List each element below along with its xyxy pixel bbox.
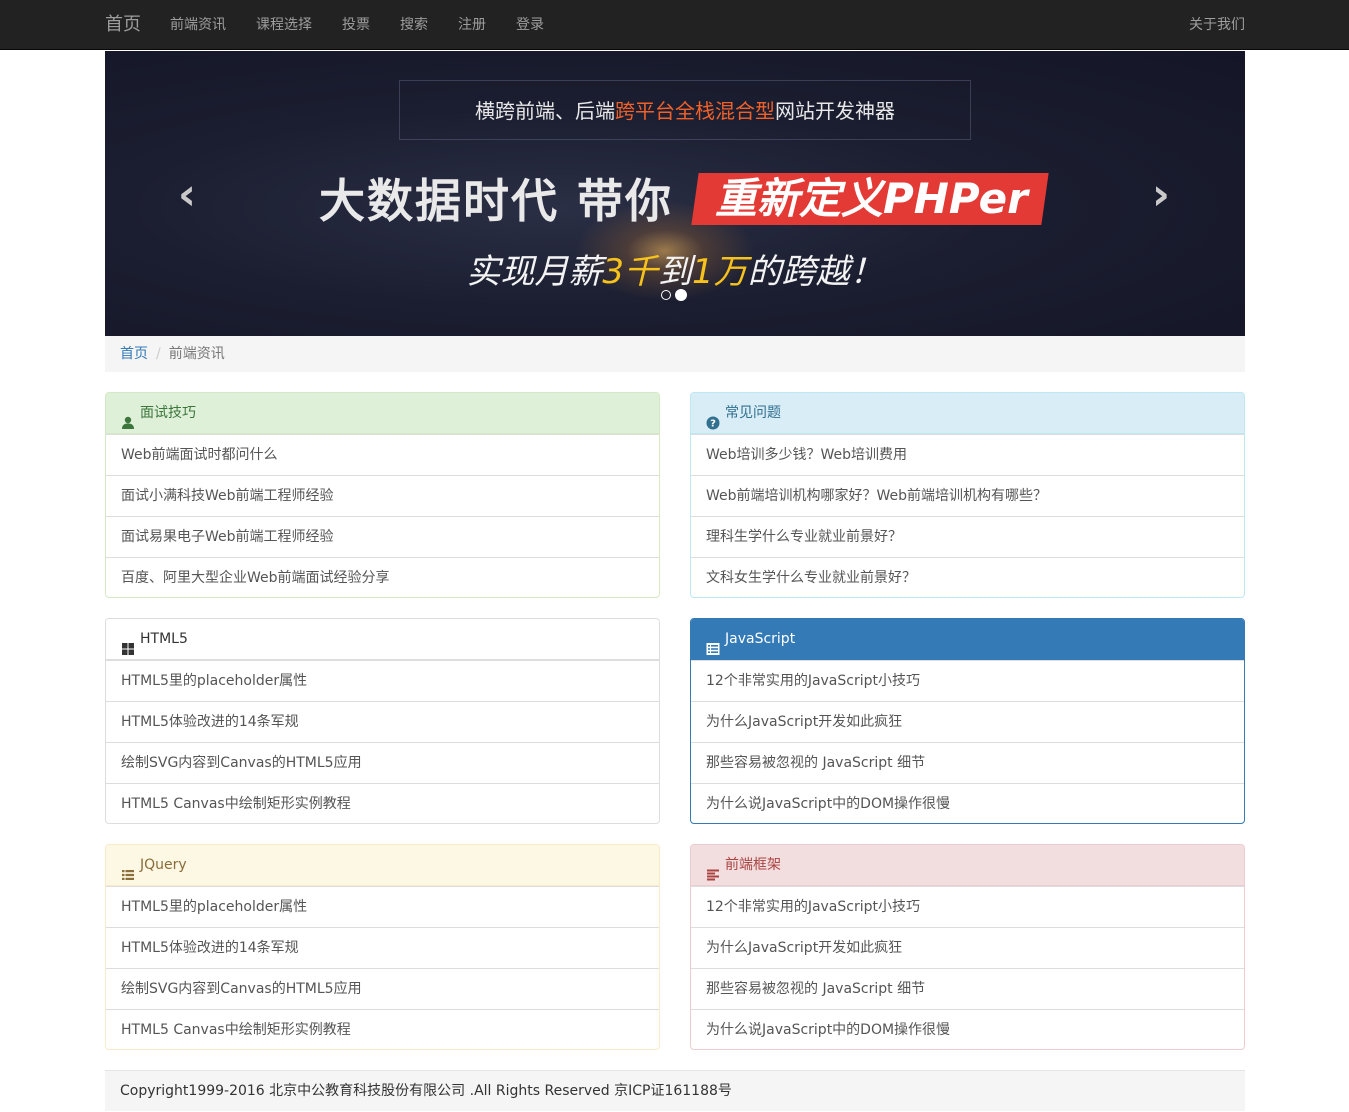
panel-title-javascript: JavaScript <box>725 631 796 647</box>
subline-part-e: 的跨越！ <box>747 252 884 292</box>
user-icon <box>121 406 135 429</box>
panel-heading-frameworks: 前端框架 <box>691 845 1244 886</box>
navbar-links: 前端资讯 课程选择 投票 搜索 注册 登录 <box>155 0 559 50</box>
list-item[interactable]: HTML5 Canvas中绘制矩形实例教程 <box>106 1009 659 1049</box>
list-item[interactable]: 为什么JavaScript开发如此疯狂 <box>691 927 1244 968</box>
breadcrumb-separator: / <box>156 346 161 362</box>
list-item[interactable]: 面试小满科技Web前端工程师经验 <box>106 475 659 516</box>
list-item[interactable]: 绘制SVG内容到Canvas的HTML5应用 <box>106 968 659 1009</box>
panel-frameworks: 前端框架 12个非常实用的JavaScript小技巧 为什么JavaScript… <box>690 844 1245 1050</box>
panel-interview: 面试技巧 Web前端面试时都问什么 面试小满科技Web前端工程师经验 面试易果电… <box>105 392 660 598</box>
list-item[interactable]: HTML5体验改进的14条军规 <box>106 927 659 968</box>
nav-item-vote[interactable]: 投票 <box>327 0 385 50</box>
panel-faq: ? 常见问题 Web培训多少钱？Web培训费用 Web前端培训机构哪家好？Web… <box>690 392 1245 598</box>
panel-html5: HTML5 HTML5里的placeholder属性 HTML5体验改进的14条… <box>105 618 660 824</box>
panel-title-interview: 面试技巧 <box>140 405 196 421</box>
list-item[interactable]: 12个非常实用的JavaScript小技巧 <box>691 886 1244 927</box>
page-footer: Copyright1999-2016 北京中公教育科技股份有限公司 .All R… <box>105 1070 1245 1111</box>
list-item[interactable]: 12个非常实用的JavaScript小技巧 <box>691 660 1244 701</box>
subline-part-c: 到 <box>658 252 692 292</box>
list-item[interactable]: HTML5里的placeholder属性 <box>106 886 659 927</box>
list-item[interactable]: 百度、阿里大型企业Web前端面试经验分享 <box>106 557 659 597</box>
carousel-next-icon[interactable]: › <box>1141 173 1181 217</box>
list-item[interactable]: 为什么JavaScript开发如此疯狂 <box>691 701 1244 742</box>
list-item[interactable]: 为什么说JavaScript中的DOM操作很慢 <box>691 783 1244 823</box>
list-item[interactable]: Web前端面试时都问什么 <box>106 434 659 475</box>
subline-part-b: 3千 <box>602 252 658 292</box>
top-navbar: 首页 前端资讯 课程选择 投票 搜索 注册 登录 关于我们 <box>0 0 1349 50</box>
align-left-icon <box>706 858 720 881</box>
panel-javascript: JavaScript 12个非常实用的JavaScript小技巧 为什么Java… <box>690 618 1245 824</box>
list-item[interactable]: Web培训多少钱？Web培训费用 <box>691 434 1244 475</box>
panel-heading-interview: 面试技巧 <box>106 393 659 434</box>
list-item[interactable]: 文科女生学什么专业就业前景好？ <box>691 557 1244 597</box>
list-icon <box>121 858 135 880</box>
list-item[interactable]: 那些容易被忽视的 JavaScript 细节 <box>691 742 1244 783</box>
list-item[interactable]: HTML5里的placeholder属性 <box>106 660 659 701</box>
breadcrumb-current: 前端资讯 <box>168 346 225 362</box>
list-item[interactable]: HTML5体验改进的14条军规 <box>106 701 659 742</box>
th-large-icon <box>121 632 135 655</box>
headline-red-text: 重新定义PHPer <box>715 174 1028 223</box>
navbar-brand-home[interactable]: 首页 <box>105 0 141 50</box>
list-item[interactable]: Web前端培训机构哪家好？Web前端培训机构有哪些？ <box>691 475 1244 516</box>
breadcrumb: 首页 / 前端资讯 <box>105 336 1245 372</box>
svg-text:?: ? <box>710 419 716 430</box>
subline-part-a: 实现月薪 <box>466 252 603 292</box>
tagline-prefix: 横跨前端、后端 <box>475 99 615 123</box>
panel-title-faq: 常见问题 <box>725 405 781 421</box>
banner-headline: 大数据时代 带你 重新定义PHPer <box>319 171 1059 231</box>
panel-heading-html5: HTML5 <box>106 619 659 660</box>
carousel-indicator-1[interactable] <box>661 290 671 300</box>
banner-tagline: 横跨前端、后端跨平台全栈混合型网站开发神器 <box>399 80 971 140</box>
panel-title-frameworks: 前端框架 <box>725 857 781 873</box>
nav-item-login[interactable]: 登录 <box>501 0 559 50</box>
list-item[interactable]: 面试易果电子Web前端工程师经验 <box>106 516 659 557</box>
carousel-indicators <box>661 288 687 302</box>
list-item[interactable]: 那些容易被忽视的 JavaScript 细节 <box>691 968 1244 1009</box>
panel-title-html5: HTML5 <box>140 631 188 647</box>
carousel-prev-icon[interactable]: ‹ <box>167 173 207 217</box>
panel-heading-faq: ? 常见问题 <box>691 393 1244 434</box>
list-item[interactable]: 绘制SVG内容到Canvas的HTML5应用 <box>106 742 659 783</box>
copyright-text: Copyright1999-2016 北京中公教育科技股份有限公司 .All R… <box>120 1083 732 1099</box>
nav-item-about[interactable]: 关于我们 <box>1189 0 1245 50</box>
carousel-indicator-2[interactable] <box>675 289 687 301</box>
subline-part-d: 1万 <box>692 252 748 292</box>
nav-item-register[interactable]: 注册 <box>443 0 501 50</box>
list-item[interactable]: 为什么说JavaScript中的DOM操作很慢 <box>691 1009 1244 1049</box>
tagline-highlight: 跨平台全栈混合型 <box>615 99 775 123</box>
panel-heading-javascript: JavaScript <box>691 619 1244 660</box>
nav-item-news[interactable]: 前端资讯 <box>155 0 241 50</box>
headline-white-text: 大数据时代 带你 <box>319 174 674 228</box>
list-item[interactable]: HTML5 Canvas中绘制矩形实例教程 <box>106 783 659 823</box>
panel-title-jquery: JQuery <box>140 857 187 873</box>
list-item[interactable]: 理科生学什么专业就业前景好？ <box>691 516 1244 557</box>
panel-jquery: JQuery HTML5里的placeholder属性 HTML5体验改进的14… <box>105 844 660 1050</box>
navbar-container: 首页 前端资讯 课程选择 投票 搜索 注册 登录 关于我们 <box>90 0 1260 50</box>
question-circle-icon: ? <box>706 406 720 430</box>
banner-carousel: 横跨前端、后端跨平台全栈混合型网站开发神器 大数据时代 带你 重新定义PHPer… <box>105 51 1245 336</box>
tagline-suffix: 网站开发神器 <box>775 99 895 123</box>
list-alt-icon <box>706 632 720 655</box>
breadcrumb-home[interactable]: 首页 <box>120 346 148 362</box>
nav-item-courses[interactable]: 课程选择 <box>241 0 327 50</box>
panel-heading-jquery: JQuery <box>106 845 659 886</box>
nav-item-search[interactable]: 搜索 <box>385 0 443 50</box>
